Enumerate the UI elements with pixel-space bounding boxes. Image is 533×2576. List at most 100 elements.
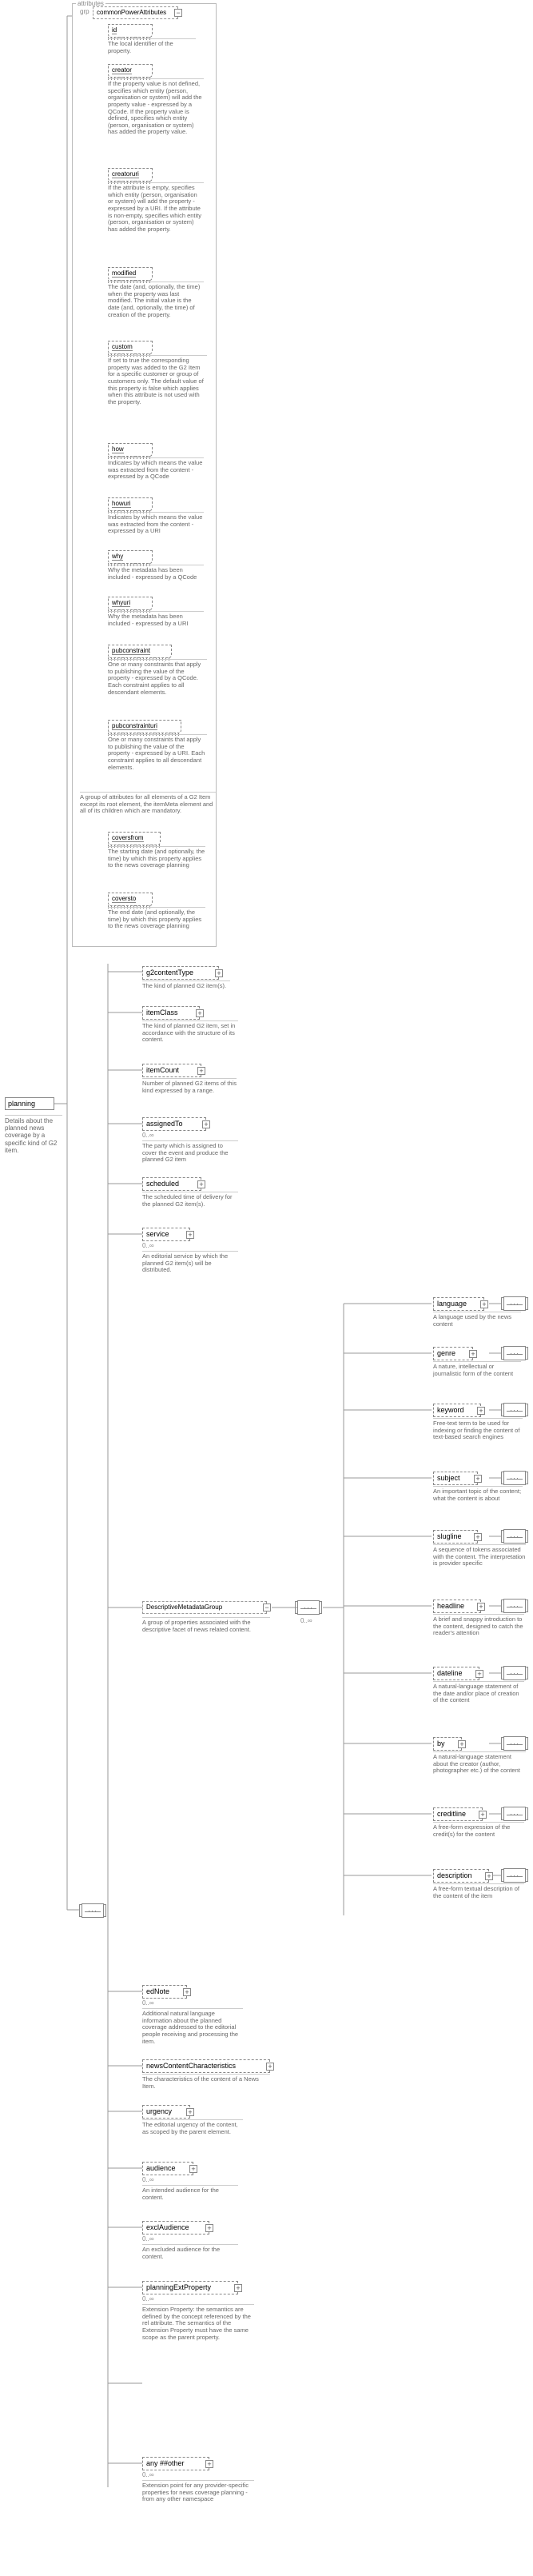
expand-icon[interactable]: + (485, 1872, 493, 1880)
expand-icon[interactable]: + (205, 2224, 213, 2232)
element-subject[interactable]: subject+ (433, 1472, 478, 1485)
occurs-anyOther: 0..∞ (142, 2471, 154, 2478)
expand-icon[interactable]: + (197, 1180, 205, 1188)
attr-how[interactable]: how (108, 443, 153, 457)
element-service-desc: An editorial service by which the planne… (142, 1251, 238, 1274)
element-headline[interactable]: headline+ (433, 1600, 481, 1613)
element-slugline-desc: A sequence of tokens associated with the… (433, 1544, 526, 1568)
group-common-power-attributes[interactable]: commonPowerAttributes − (93, 6, 178, 19)
attr-creator[interactable]: creator (108, 64, 153, 78)
group-descriptive-metadata[interactable]: DescriptiveMetadataGroup − (142, 1601, 267, 1614)
element-g2contentType-desc: The kind of planned G2 item(s). (142, 980, 230, 990)
expand-icon[interactable]: + (474, 1475, 482, 1483)
attr-whyuri[interactable]: whyuri (108, 597, 153, 610)
element-any-other-desc: Extension point for any provider-specifi… (142, 2480, 254, 2503)
element-any-other[interactable]: any ##other+ (142, 2457, 209, 2470)
sequence-keyword[interactable]: ··· (503, 1403, 526, 1417)
sequence-slugline[interactable]: ··· (503, 1529, 526, 1544)
sequence-headline[interactable]: ··· (503, 1599, 526, 1613)
attr-pubconstrainturi[interactable]: pubconstrainturi (108, 720, 181, 733)
sequence-dateline[interactable]: ··· (503, 1666, 526, 1680)
expand-icon[interactable]: + (477, 1407, 485, 1415)
attr-howuri[interactable]: howuri (108, 497, 153, 511)
sequence-subject[interactable]: ··· (503, 1471, 526, 1485)
element-edNote[interactable]: edNote+ (142, 1985, 187, 1999)
element-creditline[interactable]: creditline+ (433, 1807, 483, 1821)
attr-coversto[interactable]: coversto (108, 893, 153, 906)
expand-icon[interactable]: + (202, 1120, 210, 1128)
expand-icon[interactable]: + (186, 1231, 194, 1239)
sequence-dm[interactable]: ··· (297, 1600, 320, 1615)
element-planning[interactable]: planning (5, 1097, 54, 1110)
expand-icon[interactable]: + (197, 1067, 205, 1075)
element-slugline[interactable]: slugline+ (433, 1530, 478, 1544)
element-assignedTo[interactable]: assignedTo+ (142, 1117, 206, 1131)
sequence-by[interactable]: ··· (503, 1736, 526, 1751)
attr-id[interactable]: id (108, 24, 153, 38)
occurs-planningExtProperty: 0..∞ (142, 2295, 154, 2302)
attr-custom[interactable]: custom (108, 341, 153, 354)
expand-icon[interactable]: + (186, 2108, 194, 2116)
expand-icon[interactable]: + (479, 1811, 487, 1819)
element-itemCount[interactable]: itemCount+ (142, 1064, 201, 1077)
expand-icon[interactable]: + (234, 2284, 242, 2292)
expand-icon[interactable]: + (183, 1988, 191, 1996)
element-dateline-desc: A natural-language statement of the date… (433, 1681, 524, 1704)
element-audience-desc: An intended audience for the content. (142, 2185, 238, 2201)
element-language[interactable]: language+ (433, 1297, 484, 1311)
attr-id-desc: The local identifier of the property. (108, 38, 196, 54)
attr-modified[interactable]: modified (108, 267, 153, 281)
sequence-language[interactable]: ··· (503, 1296, 526, 1311)
element-urgency-desc: The editorial urgency of the content, as… (142, 2119, 243, 2135)
expand-icon[interactable]: + (480, 1300, 488, 1308)
element-genre[interactable]: genre+ (433, 1347, 473, 1360)
element-planning-desc: Details about the planned news coverage … (5, 1115, 62, 1154)
sequence-description[interactable]: ··· (503, 1868, 526, 1883)
element-service[interactable]: service+ (142, 1228, 190, 1241)
expand-icon[interactable]: + (196, 1009, 204, 1017)
group-descriptive-metadata-desc: A group of properties associated with th… (142, 1617, 270, 1633)
expand-icon[interactable]: + (475, 1670, 483, 1678)
expand-icon[interactable]: + (205, 2460, 213, 2468)
element-planningExtProperty[interactable]: planningExtProperty+ (142, 2281, 238, 2294)
element-dateline[interactable]: dateline+ (433, 1667, 479, 1680)
expand-icon[interactable]: + (189, 2165, 197, 2173)
element-scheduled[interactable]: scheduled+ (142, 1177, 201, 1191)
expand-icon[interactable]: + (458, 1740, 466, 1748)
element-newsContentCharacteristics[interactable]: newsContentCharacteristics+ (142, 2059, 270, 2073)
attr-coversfrom[interactable]: coversfrom (108, 832, 161, 845)
attr-pubconstraint[interactable]: pubconstraint (108, 645, 172, 658)
expand-icon[interactable]: + (469, 1350, 477, 1358)
element-itemClass[interactable]: itemClass+ (142, 1006, 200, 1020)
occurs-exclAudience: 0..∞ (142, 2235, 154, 2243)
element-by[interactable]: by+ (433, 1737, 462, 1751)
collapse-icon[interactable]: − (263, 1604, 271, 1611)
attr-creator-desc: If the property value is not defined, sp… (108, 78, 204, 136)
collapse-icon[interactable]: − (174, 9, 182, 17)
attr-custom-desc: If set to true the corresponding propert… (108, 355, 207, 405)
element-keyword[interactable]: keyword+ (433, 1404, 481, 1417)
expand-icon[interactable]: + (477, 1603, 485, 1611)
element-exclAudience-desc: An excluded audience for the content. (142, 2244, 238, 2260)
occurs-service: 0..∞ (142, 1242, 154, 1249)
sequence-main[interactable]: ··· (82, 1903, 104, 1918)
occurs-edNote: 0..∞ (142, 1999, 154, 2007)
element-audience[interactable]: audience+ (142, 2162, 193, 2175)
element-newsContentCharacteristics-desc: The characteristics of the content of a … (142, 2074, 270, 2090)
occurs-audience: 0..∞ (142, 2176, 154, 2183)
element-description[interactable]: description+ (433, 1869, 489, 1883)
element-creditline-desc: A free-form expression of the credit(s) … (433, 1822, 524, 1838)
attr-why[interactable]: why (108, 550, 153, 564)
sequence-genre[interactable]: ··· (503, 1346, 526, 1360)
expand-icon[interactable]: + (215, 969, 223, 977)
attr-modified-desc: The date (and, optionally, the time) whe… (108, 282, 204, 318)
attr-creatoruri[interactable]: creatoruri (108, 168, 153, 182)
attr-coversfrom-desc: The starting date (and optionally, the t… (108, 846, 205, 869)
expand-icon[interactable]: + (474, 1533, 482, 1541)
sequence-creditline[interactable]: ··· (503, 1807, 526, 1821)
expand-icon[interactable]: + (266, 2063, 274, 2071)
attr-pubconstrainturi-desc: One or many constraints that apply to pu… (108, 734, 207, 771)
element-exclAudience[interactable]: exclAudience+ (142, 2221, 209, 2235)
element-urgency[interactable]: urgency+ (142, 2105, 190, 2119)
element-g2contentType[interactable]: g2contentType+ (142, 966, 219, 980)
